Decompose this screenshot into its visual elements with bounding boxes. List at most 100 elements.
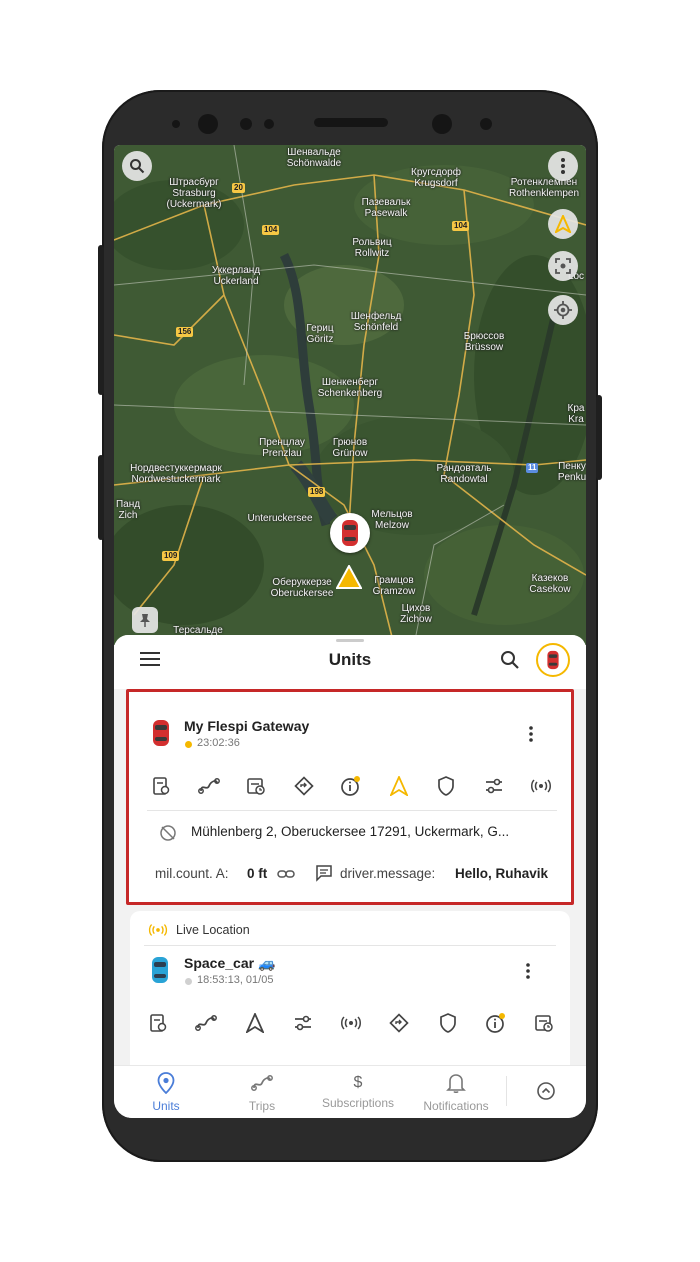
history-icon[interactable]: [244, 774, 268, 798]
satellite-map[interactable]: Шенвальде Schönwalde Штрасбург Strasburg (U…: [114, 145, 586, 645]
power-button: [596, 395, 602, 480]
trip-icon[interactable]: [197, 774, 221, 798]
map-label: Уккерланд Uckerland: [211, 265, 261, 287]
volume-button: [98, 245, 104, 395]
car-icon: [342, 520, 358, 546]
map-label: Ротенклемпен Rothenklempen: [508, 177, 580, 199]
map-label: Штрасбург Strasburg (Uckermark): [166, 177, 222, 210]
live-location-tag: Live Location: [176, 923, 250, 937]
nav-label: Units: [152, 1099, 180, 1113]
sensor-dot: [240, 118, 252, 130]
direction-arrow-icon: [336, 565, 362, 589]
map-label: Пазевальк Pasewalk: [361, 197, 411, 219]
map-label: Кра Kra: [567, 403, 585, 425]
follow-direction-button[interactable]: [548, 209, 578, 239]
unit-card[interactable]: My Flespi Gateway 23:02:36 Mühlenberg 2,…: [126, 689, 574, 905]
expand-panel-button[interactable]: [536, 1081, 556, 1106]
unit-card[interactable]: Live Location Space_car 🚙 18:53:13, 01/0…: [130, 911, 570, 1081]
map-search-button[interactable]: [122, 151, 152, 181]
card-divider: [144, 945, 556, 946]
map-label: Пенку Penku: [557, 461, 586, 483]
route-icon[interactable]: [292, 774, 316, 798]
car-icon: [547, 650, 559, 670]
status-dot: [185, 741, 192, 748]
history-icon[interactable]: [532, 1011, 556, 1035]
unit-name: My Flespi Gateway: [184, 718, 310, 734]
settings-sliders-icon[interactable]: [291, 1011, 315, 1035]
map-label: Цихов Zichow: [400, 603, 432, 625]
unit-more-button[interactable]: [526, 963, 530, 984]
car-icon: [153, 720, 169, 746]
front-camera: [432, 114, 452, 134]
navigation-icon[interactable]: [387, 774, 411, 798]
unit-address: Mühlenberg 2, Oberuckersee 17291, Uckerm…: [191, 824, 510, 839]
nav-divider: [506, 1076, 507, 1106]
speaker-grille: [314, 118, 388, 127]
unit-name: Space_car 🚙: [184, 955, 276, 971]
road-shield: 104: [262, 225, 280, 235]
crosshair-icon: [554, 301, 572, 319]
trip-icon[interactable]: [194, 1011, 218, 1035]
drag-handle[interactable]: [336, 639, 364, 642]
nav-units[interactable]: Units: [118, 1072, 214, 1113]
units-panel: Units My Flespi Gateway 23:02:36 Mühlenb…: [114, 635, 586, 1081]
map-label: Грамцов Gramzow: [372, 575, 416, 597]
selected-unit-avatar[interactable]: [536, 643, 570, 677]
mil-count-label: mil.count. A:: [155, 866, 229, 881]
road-shield: 156: [176, 327, 194, 337]
my-location-button[interactable]: [548, 295, 578, 325]
map-label: Оберуккерзе Oberuckersee: [270, 577, 334, 599]
unit-actions: [130, 1011, 570, 1035]
nav-trips[interactable]: Trips: [214, 1072, 310, 1113]
bottom-navigation: Units Trips $ Subscriptions Notification…: [114, 1065, 586, 1118]
link-icon[interactable]: [277, 868, 295, 880]
sensor-dot: [264, 119, 274, 129]
map-label: Нордвестуккермарк Nordwestuckermark: [130, 463, 222, 485]
settings-sliders-icon[interactable]: [482, 774, 506, 798]
info-icon[interactable]: [484, 1011, 508, 1035]
map-label: Мельцов Melzow: [371, 509, 413, 531]
report-icon[interactable]: [149, 774, 173, 798]
chevron-up-circle-icon: [537, 1082, 555, 1100]
map-label: Рандовталь Randowtal: [436, 463, 492, 485]
app-screen: Шенвальде Schönwalde Штрасбург Strasburg (U…: [114, 145, 586, 1118]
road-shield: 198: [308, 487, 326, 497]
unit-actions: [129, 774, 571, 798]
report-icon[interactable]: [146, 1011, 170, 1035]
nav-notifications[interactable]: Notifications: [408, 1072, 504, 1113]
live-signal-icon: [148, 924, 168, 936]
road-shield: 109: [162, 551, 180, 561]
map-label: Рольвиц Rollwitz: [352, 237, 392, 259]
map-label: Брюссов Brüssow: [463, 331, 505, 353]
focus-frame-icon: [555, 258, 571, 274]
driver-message-value: Hello, Ruhavik: [455, 866, 549, 881]
map-more-button[interactable]: [548, 151, 578, 181]
more-vertical-icon: [526, 963, 530, 979]
nav-subscriptions[interactable]: $ Subscriptions: [310, 1072, 406, 1110]
navigation-icon[interactable]: [243, 1011, 267, 1035]
unit-marker[interactable]: [330, 513, 370, 553]
status-dot: [185, 978, 192, 985]
pin-button[interactable]: [132, 607, 158, 633]
map-label: Шенвальде Schönwalde: [286, 147, 342, 169]
road-shield: 20: [232, 183, 245, 193]
search-icon: [501, 651, 519, 669]
shield-icon[interactable]: [436, 1011, 460, 1035]
location-off-icon: [160, 825, 176, 841]
location-pin-icon: [157, 1072, 175, 1095]
trip-icon: [251, 1075, 273, 1091]
map-label: Пренцлау Prenzlau: [259, 437, 305, 459]
map-label: Грюнов Grünow: [332, 437, 368, 459]
fit-bounds-button[interactable]: [548, 251, 578, 281]
units-search-button[interactable]: [500, 650, 520, 675]
nav-label: Subscriptions: [321, 1096, 395, 1110]
map-label: Шенфельд Schönfeld: [350, 311, 402, 333]
nav-label: Notifications: [423, 1099, 489, 1113]
info-icon[interactable]: [339, 774, 363, 798]
unit-more-button[interactable]: [529, 726, 533, 747]
live-signal-icon[interactable]: [339, 1011, 363, 1035]
shield-icon[interactable]: [434, 774, 458, 798]
more-vertical-icon: [529, 726, 533, 742]
live-signal-icon[interactable]: [529, 774, 553, 798]
route-icon[interactable]: [387, 1011, 411, 1035]
